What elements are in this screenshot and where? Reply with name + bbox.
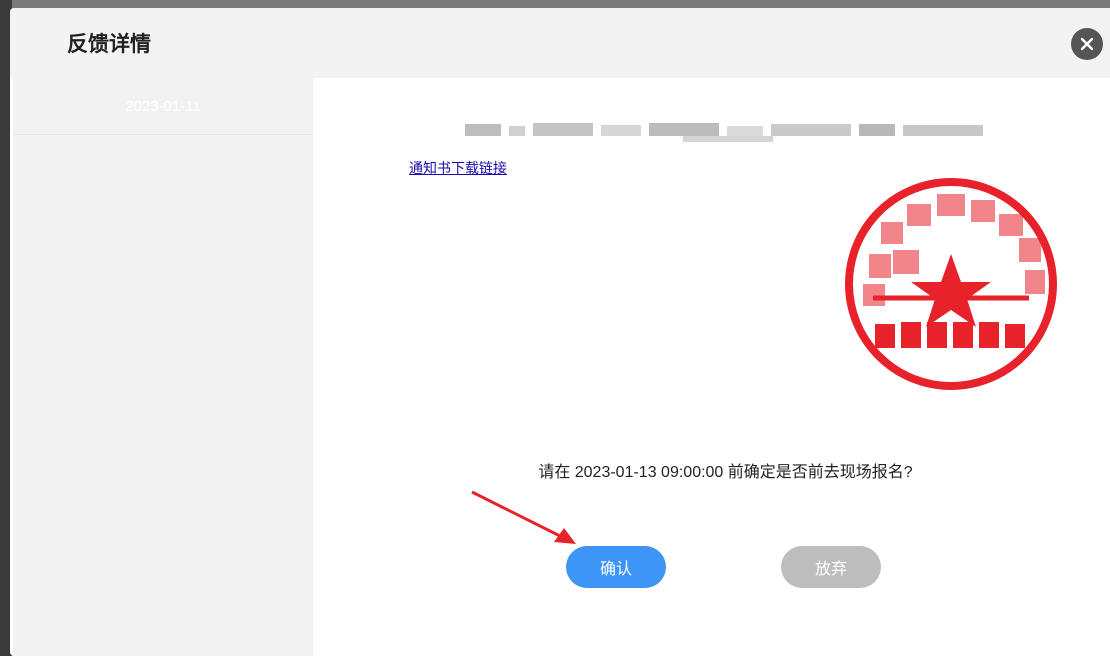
dialog-header: 反馈详情: [10, 8, 1110, 78]
sidebar-item-label: 2023-01-11: [125, 97, 201, 115]
date-sidebar: 2023-01-11: [13, 78, 313, 656]
official-seal-icon: [845, 178, 1057, 390]
redacted-text: [465, 123, 983, 142]
abandon-button[interactable]: 放弃: [781, 546, 881, 588]
close-icon: [1080, 37, 1094, 51]
sidebar-item-date[interactable]: 2023-01-11: [13, 78, 313, 135]
close-button[interactable]: [1071, 28, 1103, 60]
confirm-button[interactable]: 确认: [566, 546, 666, 588]
notice-download-link[interactable]: 通知书下载链接: [409, 158, 507, 178]
red-arrow-icon: [471, 490, 576, 544]
feedback-detail-dialog: 反馈详情 2023-01-11 通知书下载链接 请在 2023-01-13 09…: [10, 8, 1110, 656]
registration-question: 请在 2023-01-13 09:00:00 前确定是否前去现场报名?: [538, 464, 913, 481]
feedback-content: 通知书下载链接 请在 2023-01-13 09:00:00 前确定是否前去现场…: [313, 78, 1110, 656]
dialog-title: 反馈详情: [67, 32, 151, 56]
